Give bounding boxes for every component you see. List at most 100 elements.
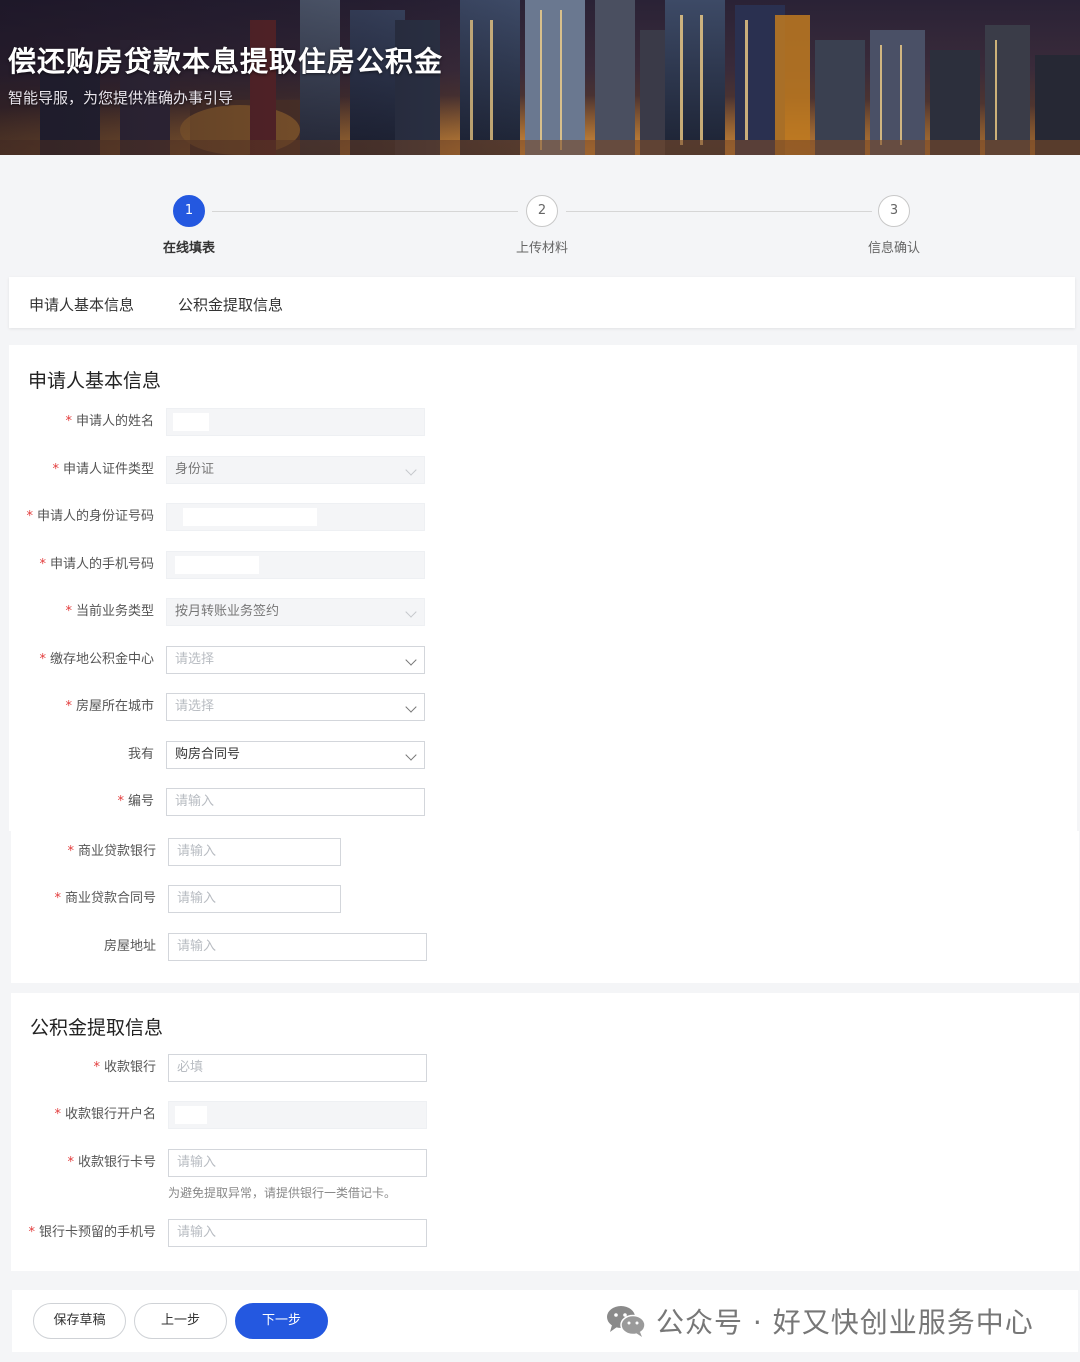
business-type-value: 按月转账业务签约 bbox=[175, 604, 280, 619]
house-city-select[interactable]: 请选择 bbox=[166, 693, 425, 721]
id-type-value: 身份证 bbox=[175, 462, 215, 477]
step-upload: 2 上传材料 bbox=[482, 195, 602, 256]
step-number: 1 bbox=[173, 195, 205, 227]
field-row: * 商业贷款合同号 bbox=[11, 885, 156, 913]
field-label: * 申请人证件类型 bbox=[52, 462, 154, 477]
field-label: * 商业贷款银行 bbox=[67, 844, 156, 859]
redacted-value bbox=[175, 1106, 207, 1124]
field-row: * 缴存地公积金中心 bbox=[9, 646, 154, 674]
house-address-input[interactable]: 请输入 bbox=[168, 933, 427, 961]
field-row: * 银行卡预留的手机号 bbox=[11, 1219, 156, 1247]
field-row: * 申请人的姓名 bbox=[9, 408, 154, 436]
redacted-value bbox=[173, 413, 209, 431]
placeholder: 请输入 bbox=[177, 891, 217, 906]
save-draft-button[interactable]: 保存草稿 bbox=[33, 1303, 126, 1339]
document-type-select[interactable]: 购房合同号 bbox=[166, 741, 425, 769]
field-label: * 编号 bbox=[117, 794, 154, 809]
field-label: * 银行卡预留的手机号 bbox=[28, 1225, 156, 1240]
field-label: 房屋地址 bbox=[103, 939, 156, 954]
field-row: * 申请人的身份证号码 bbox=[9, 503, 154, 531]
contract-number-input[interactable]: 请输入 bbox=[166, 788, 425, 816]
applicant-name-input[interactable] bbox=[166, 408, 425, 436]
field-row: * 商业贷款银行 bbox=[11, 838, 156, 866]
tab-withdraw-info[interactable]: 公积金提取信息 bbox=[178, 294, 283, 315]
step-number: 2 bbox=[526, 195, 558, 227]
field-row: * 申请人的手机号码 bbox=[9, 551, 154, 579]
placeholder: 请输入 bbox=[177, 844, 217, 859]
step-fill-form: 1 在线填表 bbox=[129, 195, 249, 256]
field-label: * 房屋所在城市 bbox=[65, 699, 154, 714]
step-label: 在线填表 bbox=[162, 241, 215, 256]
withdraw-section: 公积金提取信息 * 收款银行 必填 * 收款银行开户名 * 收款银行卡号 请输入 为避… bbox=[11, 993, 1079, 1271]
step-number: 3 bbox=[878, 195, 910, 227]
field-row: * 申请人证件类型 bbox=[9, 456, 154, 484]
placeholder: 请选择 bbox=[175, 652, 215, 667]
section-title: 申请人基本信息 bbox=[28, 370, 162, 392]
id-type-select[interactable]: 身份证 bbox=[166, 456, 425, 484]
placeholder: 请输入 bbox=[177, 1225, 217, 1240]
chevron-down-icon bbox=[405, 749, 417, 761]
fund-center-select[interactable]: 请选择 bbox=[166, 646, 425, 674]
field-label: * 商业贷款合同号 bbox=[54, 891, 156, 906]
placeholder: 请输入 bbox=[177, 1155, 217, 1170]
card-number-input[interactable]: 请输入 bbox=[168, 1149, 427, 1177]
receiving-bank-input[interactable]: 必填 bbox=[168, 1054, 427, 1082]
redacted-value bbox=[183, 508, 317, 526]
field-row: * 当前业务类型 bbox=[9, 598, 154, 626]
prev-step-button[interactable]: 上一步 bbox=[134, 1303, 227, 1339]
placeholder: 请选择 bbox=[175, 699, 215, 714]
chevron-down-icon bbox=[405, 464, 417, 476]
placeholder: 必填 bbox=[177, 1060, 204, 1075]
loan-info-section: * 商业贷款银行 请输入 * 商业贷款合同号 请输入 房屋地址 请输入 bbox=[11, 831, 1079, 983]
step-label: 上传材料 bbox=[515, 241, 568, 256]
next-step-button[interactable]: 下一步 bbox=[235, 1303, 328, 1339]
field-label: * 收款银行卡号 bbox=[67, 1155, 156, 1170]
field-label: * 收款银行开户名 bbox=[54, 1107, 156, 1122]
field-row: * 收款银行 bbox=[11, 1054, 156, 1082]
field-label: * 缴存地公积金中心 bbox=[39, 652, 154, 667]
watermark: 公众号 · 好又快创业服务中心 bbox=[606, 1297, 1034, 1345]
field-label: * 申请人的手机号码 bbox=[39, 557, 154, 572]
page-subtitle: 智能导服，为您提供准确办事引导 bbox=[8, 89, 234, 107]
field-label: * 当前业务类型 bbox=[65, 604, 154, 619]
account-name-input[interactable] bbox=[168, 1101, 427, 1129]
field-label: 我有 bbox=[127, 747, 154, 762]
field-row: 房屋地址 bbox=[11, 933, 156, 961]
field-row: * 收款银行卡号 bbox=[11, 1149, 156, 1177]
chevron-down-icon bbox=[405, 606, 417, 618]
document-type-value: 购房合同号 bbox=[175, 747, 241, 762]
loan-contract-input[interactable]: 请输入 bbox=[168, 885, 341, 913]
field-label: * 收款银行 bbox=[93, 1060, 156, 1075]
step-label: 信息确认 bbox=[867, 241, 920, 256]
business-type-select[interactable]: 按月转账业务签约 bbox=[166, 598, 425, 626]
placeholder: 请输入 bbox=[177, 939, 217, 954]
page-banner: 偿还购房贷款本息提取住房公积金 智能导服，为您提供准确办事引导 bbox=[0, 0, 1080, 155]
section-title: 公积金提取信息 bbox=[30, 1017, 164, 1039]
reserved-phone-input[interactable]: 请输入 bbox=[168, 1219, 427, 1247]
loan-bank-input[interactable]: 请输入 bbox=[168, 838, 341, 866]
action-bar: 保存草稿 上一步 下一步 公众号 · 好又快创业服务中心 bbox=[12, 1290, 1078, 1352]
section-tabs: 申请人基本信息 公积金提取信息 bbox=[9, 277, 1075, 328]
field-row: * 编号 bbox=[9, 788, 154, 816]
step-confirm: 3 信息确认 bbox=[834, 195, 954, 256]
chevron-down-icon bbox=[405, 654, 417, 666]
field-row: * 收款银行开户名 bbox=[11, 1101, 156, 1129]
tab-applicant-info[interactable]: 申请人基本信息 bbox=[29, 294, 134, 315]
wechat-icon bbox=[607, 1306, 646, 1337]
watermark-text: 公众号 · 好又快创业服务中心 bbox=[656, 1306, 1034, 1339]
progress-steps: 1 在线填表 2 上传材料 3 信息确认 bbox=[0, 155, 1080, 275]
phone-input[interactable] bbox=[166, 551, 425, 579]
applicant-section: 申请人基本信息 * 申请人的姓名 * 申请人证件类型 身份证 * 申请人的身份证号码 … bbox=[9, 345, 1077, 831]
field-row: 我有 bbox=[9, 741, 154, 769]
field-row: * 房屋所在城市 bbox=[9, 693, 154, 721]
chevron-down-icon bbox=[405, 701, 417, 713]
card-hint: 为避免提取异常，请提供银行一类借记卡。 bbox=[168, 1186, 397, 1200]
step-connector bbox=[566, 211, 872, 212]
field-label: * 申请人的姓名 bbox=[65, 414, 154, 429]
field-label: * 申请人的身份证号码 bbox=[26, 509, 154, 524]
redacted-value bbox=[175, 556, 259, 574]
placeholder: 请输入 bbox=[175, 794, 215, 809]
id-number-input[interactable] bbox=[166, 503, 425, 531]
step-connector bbox=[212, 211, 518, 212]
page-title: 偿还购房贷款本息提取住房公积金 bbox=[8, 45, 444, 78]
